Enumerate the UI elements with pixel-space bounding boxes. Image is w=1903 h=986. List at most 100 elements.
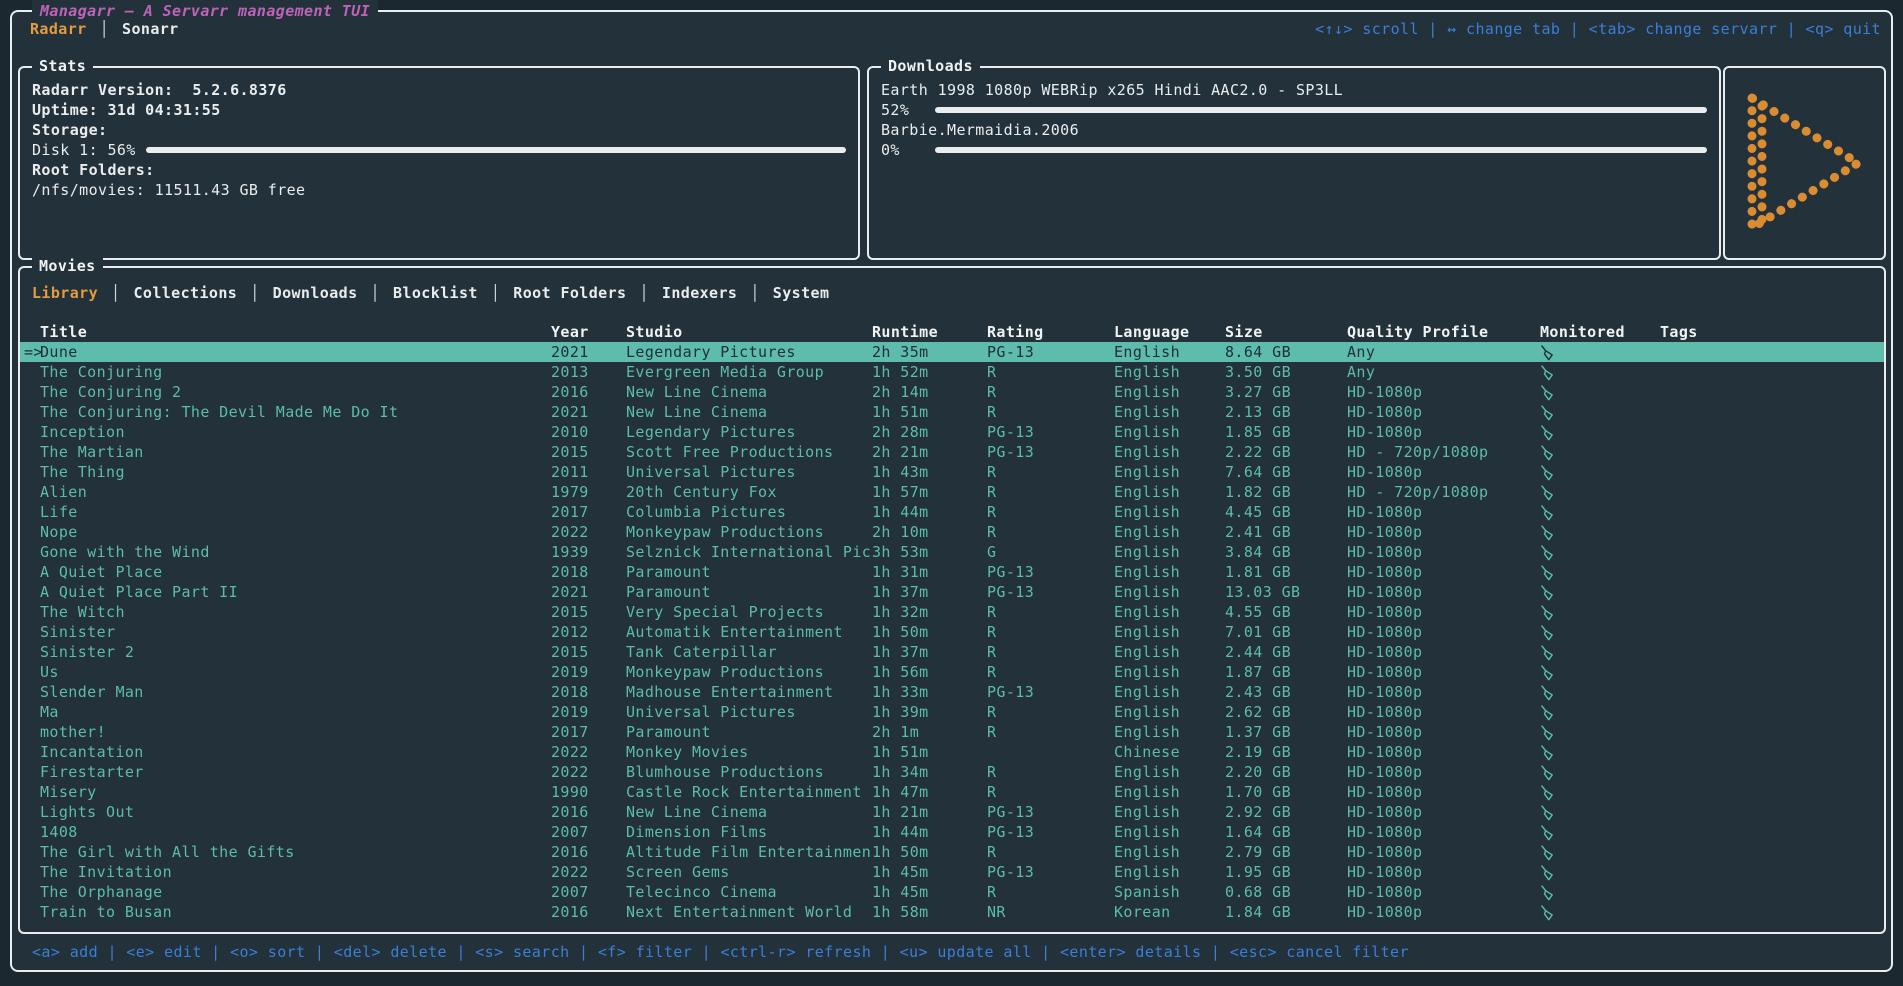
logo-panel	[1723, 66, 1886, 260]
cell-size: 2.79 GB	[1225, 842, 1347, 862]
table-row[interactable]: mother!2017Paramount2h 1mREnglish1.37 GB…	[20, 722, 1884, 742]
cell-rating: R	[987, 882, 1114, 902]
table-row[interactable]: Inception2010Legendary Pictures2h 28mPG-…	[20, 422, 1884, 442]
movies-table-header: TitleYearStudioRuntimeRatingLanguageSize…	[20, 322, 1884, 342]
movies-tab-blocklist[interactable]: Blocklist	[393, 282, 478, 304]
table-row[interactable]: 14082007Dimension Films1h 44mPG-13Englis…	[20, 822, 1884, 842]
table-row[interactable]: Life2017Columbia Pictures1h 44mREnglish4…	[20, 502, 1884, 522]
cell-monitored	[1540, 723, 1660, 742]
movies-panel: Movies Library│Collections│Downloads│Blo…	[18, 266, 1886, 934]
cell-year: 1990	[551, 782, 626, 802]
table-row[interactable]: Train to Busan2016Next Entertainment Wor…	[20, 902, 1884, 922]
tab-separator: │	[100, 18, 109, 40]
cell-size: 3.27 GB	[1225, 382, 1347, 402]
movies-tab-indexers[interactable]: Indexers	[662, 282, 737, 304]
cell-size: 1.82 GB	[1225, 482, 1347, 502]
table-row[interactable]: Sinister2012Automatik Entertainment1h 50…	[20, 622, 1884, 642]
movies-tab-system[interactable]: System	[773, 282, 830, 304]
cell-runtime: 2h 14m	[872, 382, 987, 402]
disk-progress-bar	[146, 147, 846, 153]
cell-quality: HD-1080p	[1347, 862, 1540, 882]
cell-size: 2.41 GB	[1225, 522, 1347, 542]
table-row[interactable]: Lights Out2016New Line Cinema1h 21mPG-13…	[20, 802, 1884, 822]
download-item-title: Barbie.Mermaidia.2006	[881, 120, 1707, 140]
table-row[interactable]: Ma2019Universal Pictures1h 39mREnglish2.…	[20, 702, 1884, 722]
cell-rating: R	[987, 702, 1114, 722]
cell-runtime: 1h 33m	[872, 682, 987, 702]
cell-language: English	[1114, 562, 1225, 582]
cell-title: The Conjuring 2	[40, 382, 551, 402]
column-header: Language	[1114, 322, 1225, 342]
cell-quality: HD-1080p	[1347, 782, 1540, 802]
cell-year: 2022	[551, 762, 626, 782]
table-row[interactable]: The Girl with All the Gifts2016Altitude …	[20, 842, 1884, 862]
stats-panel: Stats Radarr Version: 5.2.6.8376 Uptime:…	[18, 66, 860, 260]
cell-monitored	[1540, 383, 1660, 402]
servarr-tab-sonarr[interactable]: Sonarr	[122, 18, 179, 40]
cell-size: 2.62 GB	[1225, 702, 1347, 722]
table-row[interactable]: Alien197920th Century Fox1h 57mREnglish1…	[20, 482, 1884, 502]
table-row[interactable]: The Conjuring 22016New Line Cinema2h 14m…	[20, 382, 1884, 402]
movies-tab-library[interactable]: Library	[32, 282, 98, 304]
table-row[interactable]: The Orphanage2007Telecinco Cinema1h 45mR…	[20, 882, 1884, 902]
cell-rating: PG-13	[987, 562, 1114, 582]
cell-rating: R	[987, 722, 1114, 742]
cell-studio: Telecinco Cinema	[626, 882, 872, 902]
table-row[interactable]: Sinister 22015Tank Caterpillar1h 37mREng…	[20, 642, 1884, 662]
cell-studio: Universal Pictures	[626, 462, 872, 482]
monitored-tag-icon	[1540, 585, 1555, 602]
cell-language: English	[1114, 522, 1225, 542]
column-header: Quality Profile	[1347, 322, 1540, 342]
table-row[interactable]: Us2019Monkeypaw Productions1h 56mREnglis…	[20, 662, 1884, 682]
cell-studio: Paramount	[626, 722, 872, 742]
cell-quality: HD-1080p	[1347, 462, 1540, 482]
cell-language: English	[1114, 662, 1225, 682]
table-row[interactable]: Firestarter2022Blumhouse Productions1h 3…	[20, 762, 1884, 782]
stats-panel-title: Stats	[32, 55, 93, 77]
cell-runtime: 1h 50m	[872, 842, 987, 862]
cell-monitored	[1540, 763, 1660, 782]
cell-monitored	[1540, 883, 1660, 902]
servarr-tab-radarr[interactable]: Radarr	[30, 18, 87, 40]
cell-runtime: 1h 44m	[872, 502, 987, 522]
table-row[interactable]: Gone with the Wind1939Selznick Internati…	[20, 542, 1884, 562]
table-row[interactable]: The Invitation2022Screen Gems1h 45mPG-13…	[20, 862, 1884, 882]
stat-root-folder: /nfs/movies: 11511.43 GB free	[32, 180, 846, 200]
table-row[interactable]: Misery1990Castle Rock Entertainment1h 47…	[20, 782, 1884, 802]
table-row[interactable]: A Quiet Place2018Paramount1h 31mPG-13Eng…	[20, 562, 1884, 582]
table-row[interactable]: Nope2022Monkeypaw Productions2h 10mREngl…	[20, 522, 1884, 542]
table-row[interactable]: A Quiet Place Part II2021Paramount1h 37m…	[20, 582, 1884, 602]
cell-quality: HD-1080p	[1347, 582, 1540, 602]
table-row[interactable]: The Conjuring: The Devil Made Me Do It20…	[20, 402, 1884, 422]
table-row[interactable]: =>Dune2021Legendary Pictures2h 35mPG-13E…	[20, 342, 1884, 362]
cell-runtime: 1h 44m	[872, 822, 987, 842]
cell-quality: HD - 720p/1080p	[1347, 482, 1540, 502]
cell-year: 2011	[551, 462, 626, 482]
table-row[interactable]: The Thing2011Universal Pictures1h 43mREn…	[20, 462, 1884, 482]
download-item-progress: 0%	[881, 140, 1707, 160]
movies-tab-downloads[interactable]: Downloads	[273, 282, 358, 304]
tab-separator: │	[639, 282, 648, 304]
movies-tab-root-folders[interactable]: Root Folders	[513, 282, 626, 304]
table-row[interactable]: The Martian2015Scott Free Productions2h …	[20, 442, 1884, 462]
table-row[interactable]: Slender Man2018Madhouse Entertainment1h …	[20, 682, 1884, 702]
cell-studio: New Line Cinema	[626, 802, 872, 822]
cell-quality: HD-1080p	[1347, 842, 1540, 862]
cell-runtime: 2h 28m	[872, 422, 987, 442]
table-row[interactable]: Incantation2022Monkey Movies1h 51mChines…	[20, 742, 1884, 762]
table-row[interactable]: The Witch2015Very Special Projects1h 32m…	[20, 602, 1884, 622]
cell-title: Inception	[40, 422, 551, 442]
download-percent-label: 0%	[881, 140, 925, 160]
cell-language: English	[1114, 782, 1225, 802]
cell-runtime: 2h 35m	[872, 342, 987, 362]
cell-year: 2022	[551, 862, 626, 882]
monitored-tag-icon	[1540, 365, 1555, 382]
cell-title: The Conjuring: The Devil Made Me Do It	[40, 402, 551, 422]
cell-monitored	[1540, 523, 1660, 542]
cell-title: Train to Busan	[40, 902, 551, 922]
cell-title: The Thing	[40, 462, 551, 482]
table-row[interactable]: The Conjuring2013Evergreen Media Group1h…	[20, 362, 1884, 382]
movies-tab-collections[interactable]: Collections	[133, 282, 237, 304]
cell-rating: PG-13	[987, 422, 1114, 442]
cell-title: The Witch	[40, 602, 551, 622]
